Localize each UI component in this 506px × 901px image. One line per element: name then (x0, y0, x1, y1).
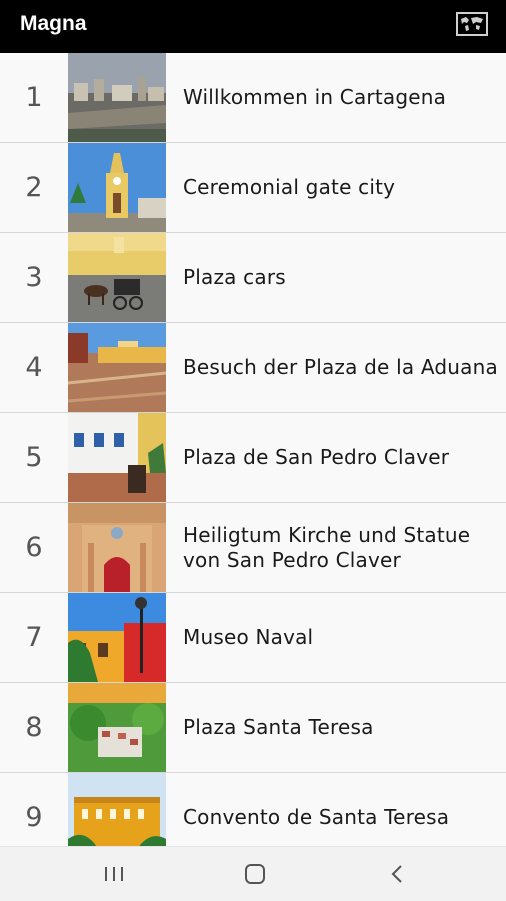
back-icon[interactable] (377, 861, 417, 887)
home-icon[interactable] (235, 861, 275, 887)
item-title: Plaza cars (183, 265, 286, 289)
item-number: 9 (25, 802, 43, 833)
list-item[interactable]: 7 Museo Naval (0, 593, 506, 683)
list-item[interactable]: 2 Ceremonial gate city (0, 143, 506, 233)
list-item[interactable]: 9 Convento de Santa Teresa (0, 773, 506, 846)
list-item[interactable]: 5 Plaza de San Pedro Claver (0, 413, 506, 503)
list-item[interactable]: 4 Besuch der Plaza de la Aduana (0, 323, 506, 413)
plaza-san-pedro-claver-photo (68, 413, 166, 502)
clock-tower-gate-photo (68, 143, 166, 232)
item-number: 3 (25, 262, 43, 293)
item-title: Besuch der Plaza de la Aduana (183, 355, 498, 379)
item-title: Willkommen in Cartagena (183, 85, 447, 109)
item-title: Museo Naval (183, 625, 314, 649)
list-item[interactable]: 3 Plaza cars (0, 233, 506, 323)
recent-apps-icon[interactable] (94, 861, 134, 887)
attraction-list: 1 Willkommen in Cartagena 2 Ceremonial g… (0, 53, 506, 846)
convento-santa-teresa-photo (68, 773, 166, 846)
horse-carriage-plaza-photo (68, 233, 166, 322)
item-number: 6 (25, 532, 43, 563)
list-item[interactable]: 1 Willkommen in Cartagena (0, 53, 506, 143)
app-bar: Magna (0, 0, 506, 53)
item-title: Plaza Santa Teresa (183, 715, 374, 739)
cartagena-skyline-photo (68, 53, 166, 142)
plaza-santa-teresa-photo (68, 683, 166, 772)
item-number: 2 (25, 172, 43, 203)
item-title: Ceremonial gate city (183, 175, 396, 199)
plaza-de-la-aduana-photo (68, 323, 166, 412)
item-title: Plaza de San Pedro Claver (183, 445, 450, 469)
church-facade-photo (68, 503, 166, 592)
item-number: 1 (25, 82, 43, 113)
list-item[interactable]: 6 Heiligtum Kirche und Statue von San Pe… (0, 503, 506, 593)
app-title: Magna (20, 12, 87, 35)
item-number: 8 (25, 712, 43, 743)
list-item[interactable]: 8 Plaza Santa Teresa (0, 683, 506, 773)
system-nav-bar (0, 846, 506, 901)
item-number: 5 (25, 442, 43, 473)
item-title: Heiligtum Kirche und Statue von San Pedr… (183, 522, 471, 572)
item-title: Convento de Santa Teresa (183, 805, 450, 829)
item-number: 7 (25, 622, 43, 653)
item-number: 4 (25, 352, 43, 383)
museo-naval-photo (68, 593, 166, 682)
world-map-icon[interactable] (456, 12, 488, 36)
